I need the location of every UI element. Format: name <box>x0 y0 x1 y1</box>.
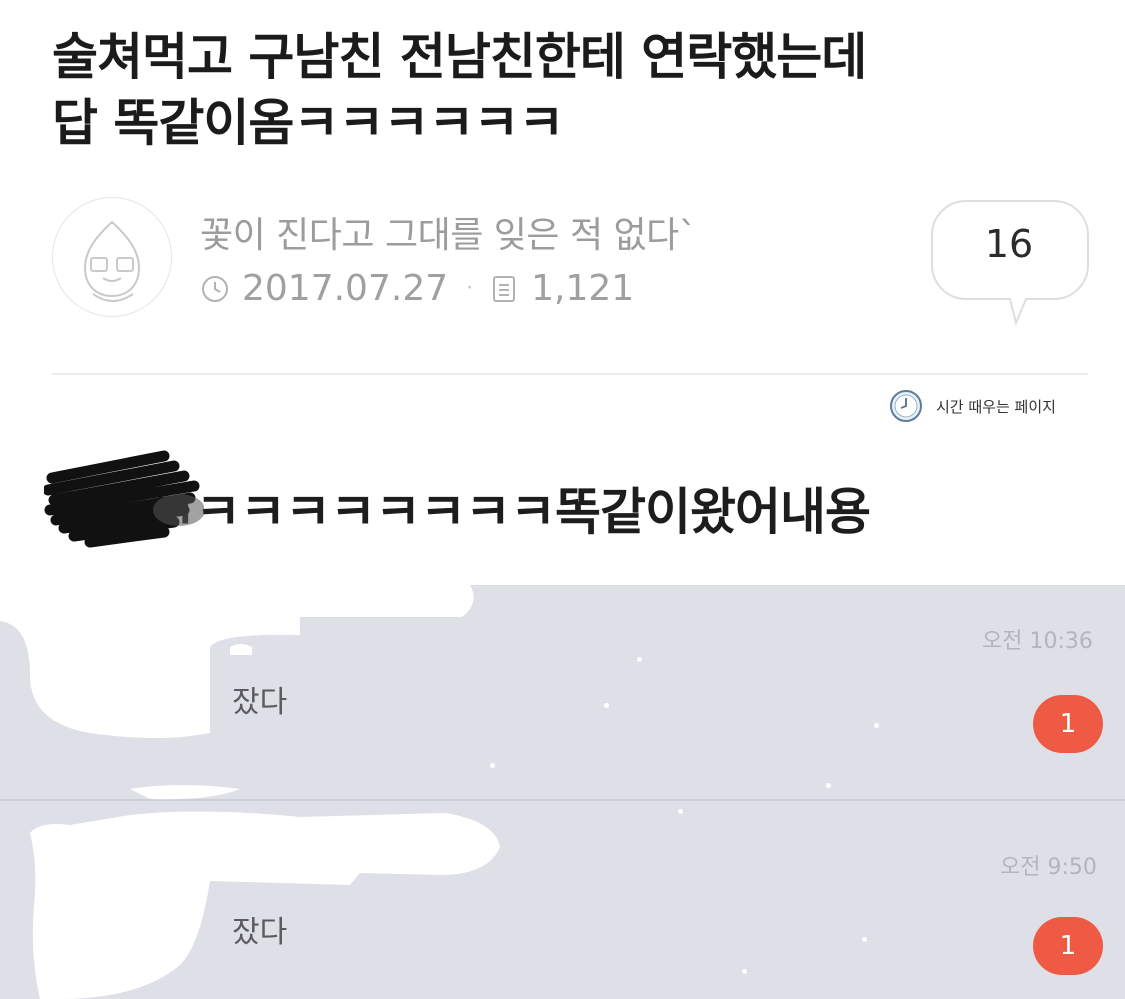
sparkle <box>604 703 609 708</box>
unread-badge: 1 <box>1033 917 1103 975</box>
chat-item-time: 오전 9:50 <box>1000 855 1097 880</box>
scribble-redaction <box>44 450 204 548</box>
author-avatar[interactable] <box>52 197 172 317</box>
redaction-mask <box>0 585 500 999</box>
board-link-label: 시간 때우는 페이지 <box>936 397 1056 416</box>
post-title-line1: 술쳐먹고 구남친 전남친한테 연락했는데 <box>52 28 867 86</box>
document-icon <box>493 275 516 302</box>
sparkle <box>637 657 642 662</box>
comment-count[interactable]: 16 <box>930 222 1088 266</box>
sparkle <box>874 723 879 728</box>
view-count: 1,121 <box>531 268 635 309</box>
post-title-line2: 답 똑같이옴ㅋㅋㅋㅋㅋㅋ <box>52 94 564 152</box>
sparkle <box>826 783 831 788</box>
post-title: 술쳐먹고 구남친 전남친한테 연락했는데 답 똑같이옴ㅋㅋㅋㅋㅋㅋ <box>52 24 1062 156</box>
sparkle <box>490 763 495 768</box>
character-avatar-icon <box>83 220 141 302</box>
chat-item-time: 오전 10:36 <box>982 629 1093 654</box>
post-body-text: ㅋㅋㅋㅋㅋㅋㅋㅋㅋ똑같이왔어내용 <box>150 483 871 541</box>
timer-icon <box>890 390 922 422</box>
sparkle <box>678 809 683 814</box>
chat-list: 잤다 오전 10:36 1 잤다 오전 9:50 1 <box>0 585 1125 999</box>
unread-badge: 1 <box>1033 695 1103 753</box>
clock-icon <box>202 275 228 302</box>
section-divider <box>52 373 1088 375</box>
author-name[interactable]: 꽃이 진다고 그대를 잊은 적 없다` <box>200 206 697 258</box>
post-meta: 2017.07.27 · 1,121 <box>200 268 634 309</box>
meta-separator: · <box>466 276 474 301</box>
board-link[interactable]: 시간 때우는 페이지 <box>888 388 1056 424</box>
post-date: 2017.07.27 <box>242 268 449 309</box>
sparkle <box>862 937 867 942</box>
sparkle <box>742 969 747 974</box>
